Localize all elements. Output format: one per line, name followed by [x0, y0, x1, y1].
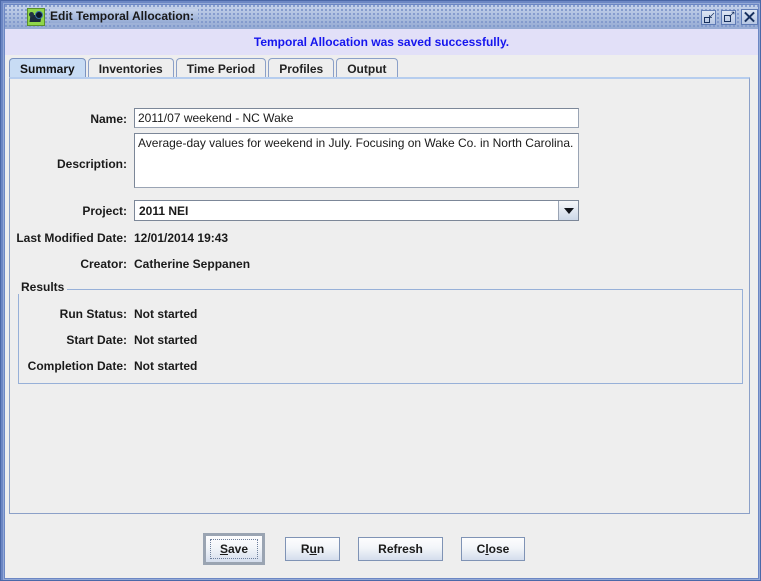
window-title: Edit Temporal Allocation:: [50, 9, 199, 23]
start-date-value: Not started: [134, 333, 198, 347]
close-button[interactable]: Close: [461, 537, 525, 561]
last-modified-label: Last Modified Date:: [16, 231, 127, 245]
tab-profiles[interactable]: Profiles: [268, 58, 335, 79]
tab-time-period[interactable]: Time Period: [175, 58, 267, 79]
tab-inventories[interactable]: Inventories: [87, 58, 174, 79]
start-date-label: Start Date:: [66, 333, 127, 347]
completion-date-label: Completion Date:: [27, 359, 127, 373]
results-group-title: Results: [18, 280, 68, 294]
name-label: Name:: [90, 112, 127, 126]
run-status-value: Not started: [134, 307, 198, 321]
save-button[interactable]: Save: [203, 533, 265, 565]
focus-indicator: [210, 539, 258, 559]
project-combobox-value: 2011 NEI: [135, 201, 558, 220]
last-modified-value: 12/01/2014 19:43: [134, 231, 229, 245]
description-label: Description:: [56, 157, 127, 171]
tab-summary[interactable]: Summary: [9, 58, 86, 79]
description-textarea[interactable]: [134, 133, 579, 188]
project-label: Project:: [82, 204, 127, 218]
film-camera-icon: [27, 8, 45, 26]
close-button-rest: ose: [488, 542, 510, 556]
summary-tab-panel: Name: Description: Project: 2011 NEI Las…: [9, 77, 750, 514]
chevron-down-icon[interactable]: [558, 201, 578, 220]
close-icon[interactable]: [741, 9, 758, 25]
run-button-rest: n: [316, 542, 325, 556]
name-input[interactable]: [134, 108, 579, 128]
maximize-icon[interactable]: ↗: [721, 10, 736, 25]
minimize-icon[interactable]: ↙: [701, 10, 716, 25]
close-button-pre: C: [476, 542, 486, 556]
run-button[interactable]: Run: [285, 537, 340, 561]
creator-label: Creator:: [80, 257, 127, 271]
completion-date-value: Not started: [134, 359, 198, 373]
project-combobox[interactable]: 2011 NEI: [134, 200, 579, 221]
status-message-text: Temporal Allocation was saved successful…: [253, 35, 510, 49]
dialog-button-bar: Save Run Refresh Close: [5, 516, 758, 578]
run-mnemonic: u: [309, 542, 317, 556]
application-window: Edit Temporal Allocation: ↙ ↗ Temporal A…: [0, 0, 761, 581]
status-message-bar: Temporal Allocation was saved successful…: [5, 29, 758, 55]
tab-strip: Summary Inventories Time Period Profiles…: [9, 57, 400, 79]
title-bar[interactable]: Edit Temporal Allocation: ↙ ↗: [5, 5, 758, 29]
dialog-content: Summary Inventories Time Period Profiles…: [5, 55, 758, 578]
run-status-label: Run Status:: [59, 307, 127, 321]
tab-output[interactable]: Output: [336, 58, 398, 79]
refresh-button[interactable]: Refresh: [358, 537, 443, 561]
creator-value: Catherine Seppanen: [134, 257, 251, 271]
